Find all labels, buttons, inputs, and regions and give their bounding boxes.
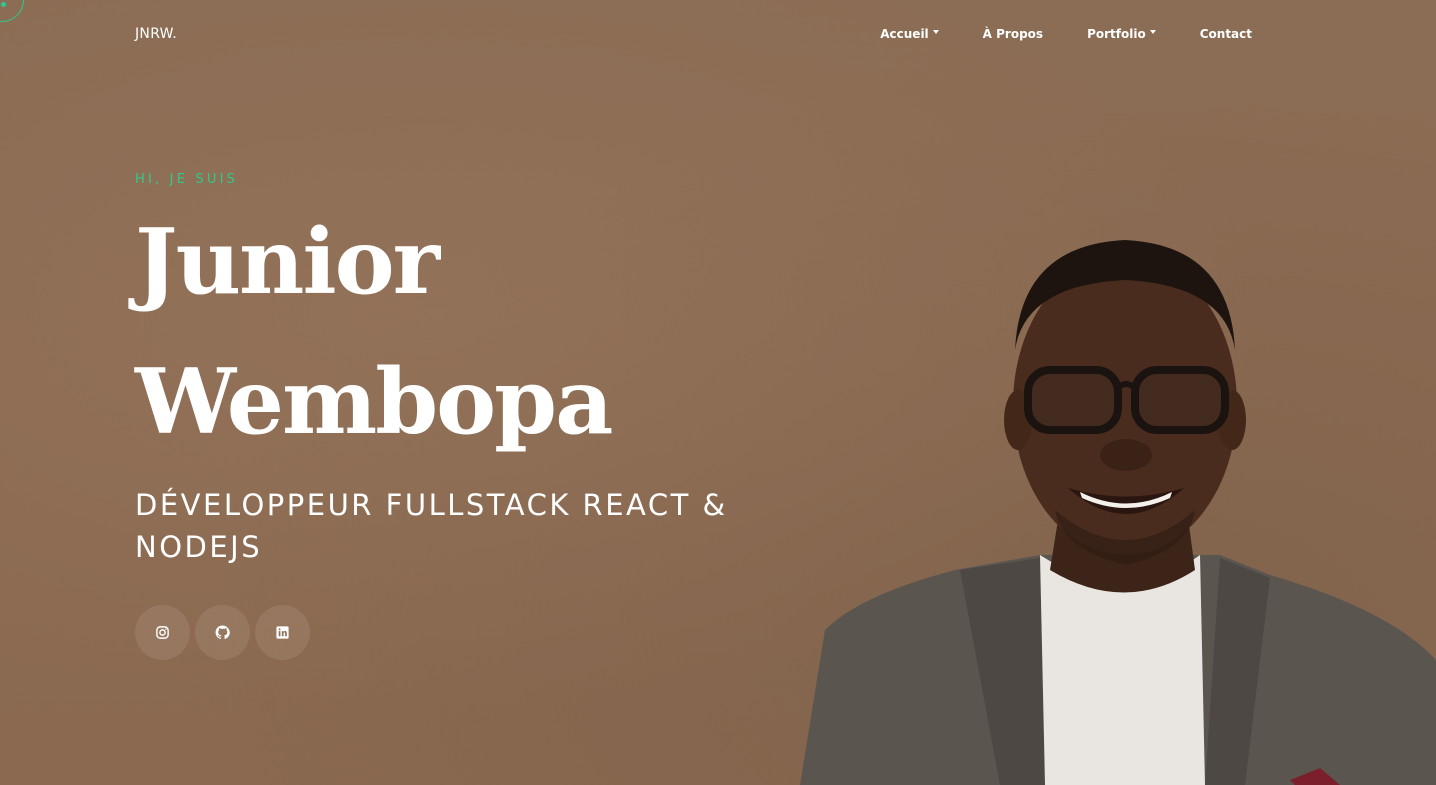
brand-logo[interactable]: JNRW. <box>135 26 177 42</box>
nav-item-a-propos[interactable]: À Propos <box>983 27 1043 41</box>
nav-item-label: Accueil <box>880 27 929 41</box>
linkedin-button[interactable] <box>255 605 310 660</box>
navbar: JNRW. Accueil À Propos Portfolio Contact <box>0 0 1436 70</box>
nav-item-label: À Propos <box>982 27 1044 41</box>
hero-last-name: Wembopa <box>135 349 613 455</box>
nav-item-contact[interactable]: Contact <box>1200 27 1252 41</box>
hero-greeting: HI, JE SUIS <box>135 172 239 187</box>
nav-item-label: Contact <box>1199 27 1252 41</box>
hero-first-name: Junior <box>135 209 440 315</box>
portrait-image <box>800 240 1436 785</box>
hero-section: HI, JE SUIS Junior Wembopa DÉVELOPPEUR F… <box>135 172 755 660</box>
hero-role: DÉVELOPPEUR FULLSTACK REACT & NODEJS <box>135 488 728 564</box>
nav-menu: Accueil À Propos Portfolio Contact <box>836 27 1252 41</box>
github-icon <box>215 625 230 639</box>
instagram-icon <box>156 626 169 639</box>
nav-item-label: Portfolio <box>1087 27 1146 41</box>
github-button[interactable] <box>195 605 250 660</box>
instagram-button[interactable] <box>135 605 190 660</box>
linkedin-icon <box>276 626 289 639</box>
chevron-down-icon <box>1149 30 1156 34</box>
chevron-down-icon <box>932 30 939 34</box>
nav-item-accueil[interactable]: Accueil <box>880 27 939 41</box>
social-links <box>135 605 310 660</box>
nav-item-portfolio[interactable]: Portfolio <box>1087 27 1156 41</box>
